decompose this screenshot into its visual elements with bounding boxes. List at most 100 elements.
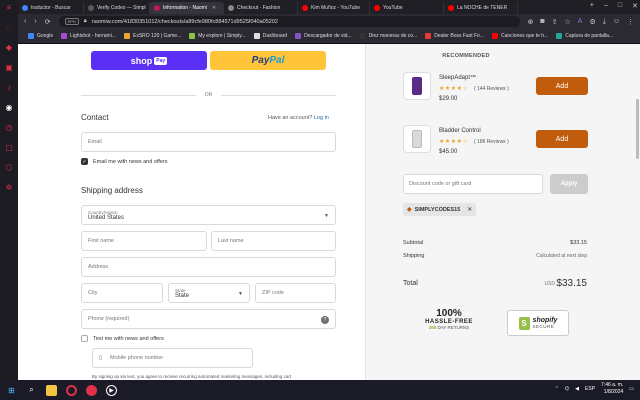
tab[interactable]: La NOCHE de TENER	[444, 2, 518, 14]
tray-chevron-icon[interactable]: ⌃	[555, 386, 559, 392]
extension-a-icon[interactable]: A	[578, 18, 583, 26]
clock-time: 7:46 a. m.	[601, 382, 624, 388]
tab-favicon	[88, 5, 94, 11]
bookmark[interactable]: Captura de pantalla...	[556, 33, 613, 39]
volume-icon[interactable]: ◀︎	[575, 386, 579, 392]
bookmark[interactable]: Dealer Boss Fast Fo...	[425, 33, 484, 39]
city-field[interactable]: City	[81, 283, 163, 303]
email-field[interactable]: Email	[81, 132, 336, 152]
menu-dots-icon[interactable]: ⋮	[627, 18, 634, 26]
subtotal-label: Subtotal	[403, 240, 424, 246]
clock-icon[interactable]: ◷	[5, 124, 13, 132]
remove-discount-icon[interactable]: ✕	[467, 206, 472, 213]
bookmark[interactable]: My explore | Simply...	[189, 33, 246, 39]
bookmark[interactable]: ExSRO 120 | Game...	[123, 33, 181, 39]
music-icon[interactable]: ♪	[5, 84, 13, 92]
minimize-icon[interactable]: –	[604, 2, 608, 10]
login-link[interactable]: Log in	[314, 115, 329, 121]
box-icon[interactable]: ▢	[5, 144, 13, 152]
tab[interactable]: Checkout - Fashion	[224, 2, 298, 14]
games-icon[interactable]: ◆	[5, 44, 13, 52]
add-sleepadapt-button[interactable]: Add	[536, 77, 588, 95]
reload-icon[interactable]: ⟳	[45, 18, 51, 26]
guarantee-days: 365	[428, 325, 437, 330]
shipping-heading: Shipping address	[81, 186, 143, 195]
profile-icon[interactable]: ☺	[613, 18, 620, 26]
returns-guarantee-badge: 100% HASSLE-FREE 365 DAY RETURNS	[418, 308, 480, 330]
extensions-icon[interactable]: ⚙	[589, 18, 595, 26]
first-name-field[interactable]: First name	[81, 231, 207, 251]
tab[interactable]: Verify Codes — Simpl	[84, 2, 150, 14]
maximize-icon[interactable]: □	[618, 2, 622, 10]
tab[interactable]: traductor - Buscar	[18, 2, 84, 14]
share-icon[interactable]: ⇪	[552, 18, 558, 26]
guarantee-subtitle: 365 DAY RETURNS	[418, 325, 480, 330]
cube-icon[interactable]: ⬡	[5, 164, 13, 172]
new-tab-icon[interactable]: +	[590, 2, 594, 10]
url-field[interactable]: EPN 🔒︎ naomiw.com/41830351012/checkouts/…	[58, 16, 520, 27]
bookmark[interactable]: Dashboard	[253, 33, 287, 39]
media-player-icon[interactable]: ▶	[106, 384, 117, 396]
twitch-icon[interactable]: ▣	[5, 64, 13, 72]
shop-pay-badge: Pay	[154, 56, 168, 65]
window-controls: + – □ ✕	[590, 2, 638, 10]
product-image	[403, 72, 431, 100]
bookmark-label: Dealer Boss Fast Fo...	[434, 33, 484, 39]
help-icon[interactable]: ?	[321, 316, 329, 324]
bookmark[interactable]: Descargador de vid...	[295, 33, 352, 39]
address-bar-icons: ⊕ ◙ ⇪ ☆ A ⚙ ⤓ ☺ ⋮	[528, 18, 634, 26]
menu-icon[interactable]: ≡	[5, 4, 13, 12]
email-news-checkbox[interactable]: ✓	[81, 158, 88, 165]
last-name-field[interactable]: Last name	[211, 231, 336, 251]
zip-field[interactable]: ZIP code	[255, 283, 336, 303]
windows-start-icon[interactable]: ⊞	[6, 385, 17, 396]
state-select[interactable]: State State ▼	[168, 283, 250, 303]
bookmark-star-icon[interactable]: ☆	[565, 18, 571, 26]
discord-icon[interactable]: ◉	[5, 104, 13, 112]
chat-icon[interactable]: ◌	[5, 24, 13, 32]
notifications-icon[interactable]: ▭	[629, 386, 634, 392]
search-icon[interactable]: ⌕	[26, 385, 37, 396]
app-icon[interactable]	[86, 384, 97, 396]
email-news-label: Email me with news and offers	[93, 159, 168, 165]
tab-active[interactable]: Information - Naomi ✕	[150, 2, 224, 14]
add-bladder-control-button[interactable]: Add	[536, 130, 588, 148]
scrollbar[interactable]	[636, 99, 639, 159]
clock[interactable]: 7:46 a. m. 1/8/2024	[601, 382, 623, 396]
bookmark[interactable]: Diez maneras de co...	[359, 33, 417, 39]
address-field[interactable]: Address	[81, 257, 336, 277]
tab[interactable]: Kim Muñoz - YouTube	[298, 2, 370, 14]
mobile-phone-field[interactable]: ▯ Mobile phone number	[92, 348, 253, 368]
zoom-icon[interactable]: ⊕	[528, 18, 534, 26]
text-news-checkbox[interactable]	[81, 335, 88, 342]
close-tab-icon[interactable]: ✕	[212, 5, 216, 11]
bookmark-icon	[425, 33, 432, 39]
phone-field[interactable]: Phone (required)?	[81, 309, 336, 329]
tab[interactable]: YouTube	[370, 2, 444, 14]
shopify-brand: shopify	[532, 317, 558, 324]
bookmark[interactable]: Google	[28, 33, 53, 39]
country-value: United States	[88, 214, 125, 221]
paypal-button[interactable]: Pay Pal	[210, 51, 326, 70]
bookmark[interactable]: Lightshot - herrami...	[61, 33, 116, 39]
network-icon[interactable]: ⌬	[565, 386, 569, 392]
discount-code-input[interactable]: Discount code or gift card	[403, 174, 543, 194]
product-name: Bladder Control	[439, 128, 481, 134]
language-indicator[interactable]: ESP	[585, 386, 595, 392]
camera-icon[interactable]: ◙	[540, 18, 544, 26]
opera-gx-icon[interactable]	[66, 384, 77, 396]
download-icon[interactable]: ⤓	[603, 18, 606, 26]
bookmark[interactable]: Canciones que te h...	[491, 33, 548, 39]
country-select[interactable]: Country/region United States ▼	[81, 205, 336, 225]
apply-button[interactable]: Apply	[550, 174, 588, 194]
system-tray: ⌃ ⌬ ◀︎ ESP 7:46 a. m. 1/8/2024 ▭	[555, 382, 634, 396]
file-explorer-icon[interactable]	[46, 384, 57, 396]
shop-pay-button[interactable]: shop Pay	[91, 51, 207, 70]
shopify-badge-text: shopify SECURE	[533, 317, 558, 329]
url-badge: EPN	[64, 18, 79, 25]
settings-icon[interactable]: ✲	[5, 184, 13, 192]
close-window-icon[interactable]: ✕	[632, 2, 638, 10]
tab-favicon	[448, 5, 454, 11]
forward-icon[interactable]: ›	[34, 18, 36, 25]
back-icon[interactable]: ‹	[24, 18, 26, 25]
